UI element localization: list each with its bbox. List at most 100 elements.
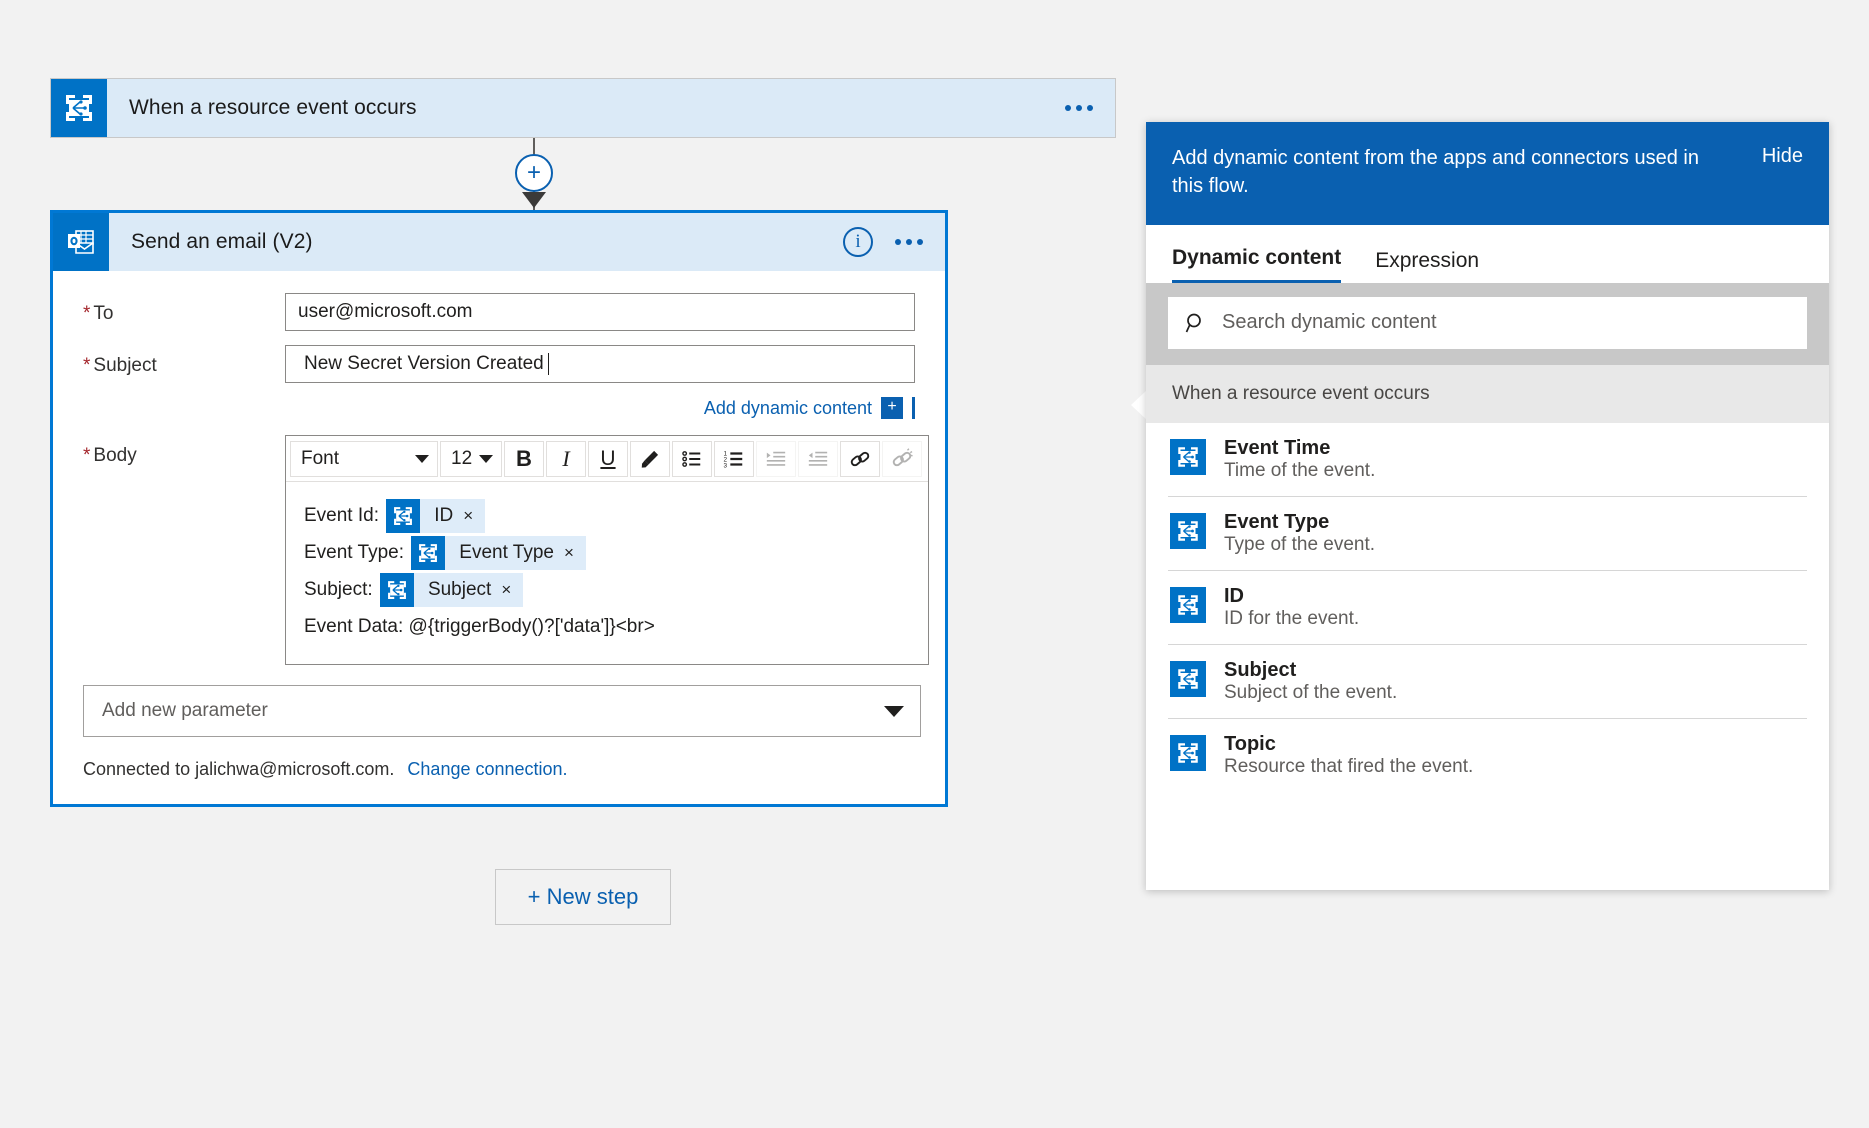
font-family-dropdown[interactable]: Font xyxy=(290,440,438,477)
field-row-body: * Body Font 12 B I U 1 2 3 Event Id: ID … xyxy=(83,435,929,665)
add-new-parameter-dropdown[interactable]: Add new parameter xyxy=(83,685,921,737)
rte-line: Event Type: Event Type × xyxy=(304,535,928,571)
svg-text:3: 3 xyxy=(723,462,727,469)
list-item-desc: Resource that fired the event. xyxy=(1224,755,1474,777)
field-row-subject: * Subject New Secret Version Created xyxy=(83,345,915,383)
list-item-name: Subject xyxy=(1224,658,1297,681)
outlook-icon xyxy=(53,213,109,271)
rte-content-area[interactable]: Event Id: ID × Event Type: Event Type × … xyxy=(286,482,928,664)
remove-token-icon[interactable]: × xyxy=(463,506,485,526)
action-card-actions: i xyxy=(843,213,945,271)
event-grid-icon xyxy=(386,499,421,533)
event-grid-icon xyxy=(1170,660,1206,697)
flyout-tabs: Dynamic content Expression xyxy=(1146,225,1829,283)
rte-line: Event Data: @{triggerBody()?['data']}<br… xyxy=(304,609,928,645)
event-grid-icon xyxy=(51,79,107,137)
connector-arrow-icon xyxy=(522,192,546,208)
rte-line-text: Subject: xyxy=(304,579,378,600)
list-item[interactable]: Event Type Type of the event. xyxy=(1168,497,1807,571)
subject-input[interactable]: New Secret Version Created xyxy=(285,345,915,383)
tab-dynamic-content[interactable]: Dynamic content xyxy=(1172,246,1342,283)
trigger-more-button[interactable] xyxy=(1061,90,1097,126)
tab-expression[interactable]: Expression xyxy=(1375,249,1479,283)
list-item-desc: Type of the event. xyxy=(1224,533,1376,555)
trigger-title: When a resource event occurs xyxy=(129,96,417,119)
body-rich-text-editor[interactable]: Font 12 B I U 1 2 3 Event Id: ID × Event… xyxy=(285,435,929,665)
body-required-marker: * xyxy=(83,445,91,466)
list-item[interactable]: ID ID for the event. xyxy=(1168,571,1807,645)
dynamic-content-flyout: Add dynamic content from the apps and co… xyxy=(1146,122,1829,890)
event-grid-icon xyxy=(1170,734,1206,771)
search-input[interactable]: Search dynamic content xyxy=(1168,296,1807,349)
italic-button[interactable]: I xyxy=(546,440,586,477)
numbered-list-icon[interactable]: 1 2 3 xyxy=(714,440,754,477)
flyout-header: Add dynamic content from the apps and co… xyxy=(1146,122,1829,225)
field-row-to: * To user@microsoft.com xyxy=(83,293,915,331)
underline-button[interactable]: U xyxy=(588,440,628,477)
bold-button[interactable]: B xyxy=(504,440,544,477)
connection-note: Connected to jalichwa@microsoft.com. Cha… xyxy=(83,759,915,780)
remove-token-icon[interactable]: × xyxy=(564,543,586,563)
action-more-button[interactable] xyxy=(891,224,927,260)
unlink-icon[interactable] xyxy=(882,440,922,477)
list-item-desc: ID for the event. xyxy=(1224,607,1360,629)
add-dynamic-content-plus-button[interactable]: + xyxy=(881,397,903,419)
body-label: * Body xyxy=(83,445,137,466)
dynamic-token[interactable]: Subject × xyxy=(379,573,524,607)
bullet-list-icon[interactable] xyxy=(672,440,712,477)
subject-label: * Subject xyxy=(83,355,157,376)
add-dynamic-content-link[interactable]: Add dynamic content xyxy=(704,398,872,419)
list-item[interactable]: Event Time Time of the event. xyxy=(1168,423,1807,497)
add-dynamic-content-row: Add dynamic content + xyxy=(83,397,915,419)
to-input[interactable]: user@microsoft.com xyxy=(285,293,915,331)
outdent-icon[interactable] xyxy=(798,440,838,477)
text-caret xyxy=(547,353,549,375)
action-card-header: Send an email (V2) i xyxy=(53,213,945,271)
rte-line: Subject: Subject × xyxy=(304,572,928,608)
remove-token-icon[interactable]: × xyxy=(501,580,523,600)
trigger-card[interactable]: When a resource event occurs xyxy=(50,78,1116,138)
subject-required-marker: * xyxy=(83,355,91,376)
change-connection-link[interactable]: Change connection. xyxy=(407,759,567,779)
list-item[interactable]: Subject Subject of the event. xyxy=(1168,645,1807,719)
dynamic-token-label: Subject xyxy=(427,579,492,600)
insert-step-button[interactable]: + xyxy=(515,154,553,192)
rte-line: Event Id: ID × xyxy=(304,498,928,534)
indent-icon[interactable] xyxy=(756,440,796,477)
dynamic-content-list: Event Time Time of the event. Event Type xyxy=(1146,423,1829,792)
flyout-header-text: Add dynamic content from the apps and co… xyxy=(1172,147,1699,198)
flow-connector: + xyxy=(50,138,1116,210)
event-grid-icon xyxy=(1170,586,1206,623)
dynamic-token-label: ID xyxy=(434,505,454,526)
info-icon[interactable]: i xyxy=(843,227,873,257)
list-item[interactable]: Topic Resource that fired the event. xyxy=(1168,719,1807,792)
rte-line-text: Event Id: xyxy=(304,505,385,526)
search-placeholder: Search dynamic content xyxy=(1222,311,1437,334)
event-grid-icon xyxy=(411,536,446,570)
connection-text: Connected to jalichwa@microsoft.com. xyxy=(83,759,395,779)
rte-line-text: Event Data: @{triggerBody()?['data']}<br… xyxy=(304,616,655,637)
flow-designer-canvas: When a resource event occurs + Send an e… xyxy=(0,0,1869,1128)
search-wrapper: Search dynamic content xyxy=(1146,282,1829,365)
link-icon[interactable] xyxy=(840,440,880,477)
list-item-name: Topic xyxy=(1224,732,1276,755)
flow-column: When a resource event occurs + Send an e… xyxy=(50,78,1116,925)
font-family-value: Font xyxy=(301,447,340,469)
action-card-send-email[interactable]: Send an email (V2) i * To user@microsoft.… xyxy=(50,210,948,807)
event-grid-icon xyxy=(379,573,414,607)
highlighter-icon[interactable] xyxy=(630,440,670,477)
rte-line-text: Event Type: xyxy=(304,542,410,563)
dynamic-token[interactable]: Event Type × xyxy=(411,536,586,570)
list-item-desc: Subject of the event. xyxy=(1224,681,1398,703)
dynamic-token[interactable]: ID × xyxy=(386,499,486,533)
font-size-value: 12 xyxy=(451,447,473,469)
to-value: user@microsoft.com xyxy=(298,301,473,322)
hide-button[interactable]: Hide xyxy=(1762,144,1803,168)
font-size-dropdown[interactable]: 12 xyxy=(440,440,502,477)
subject-value: New Secret Version Created xyxy=(304,353,544,374)
new-step-wrapper: + New step xyxy=(50,869,1116,925)
dynamic-token-label: Event Type xyxy=(459,542,554,563)
list-item-name: ID xyxy=(1224,584,1244,607)
flyout-pointer xyxy=(1131,390,1147,420)
new-step-button[interactable]: + New step xyxy=(495,869,671,925)
